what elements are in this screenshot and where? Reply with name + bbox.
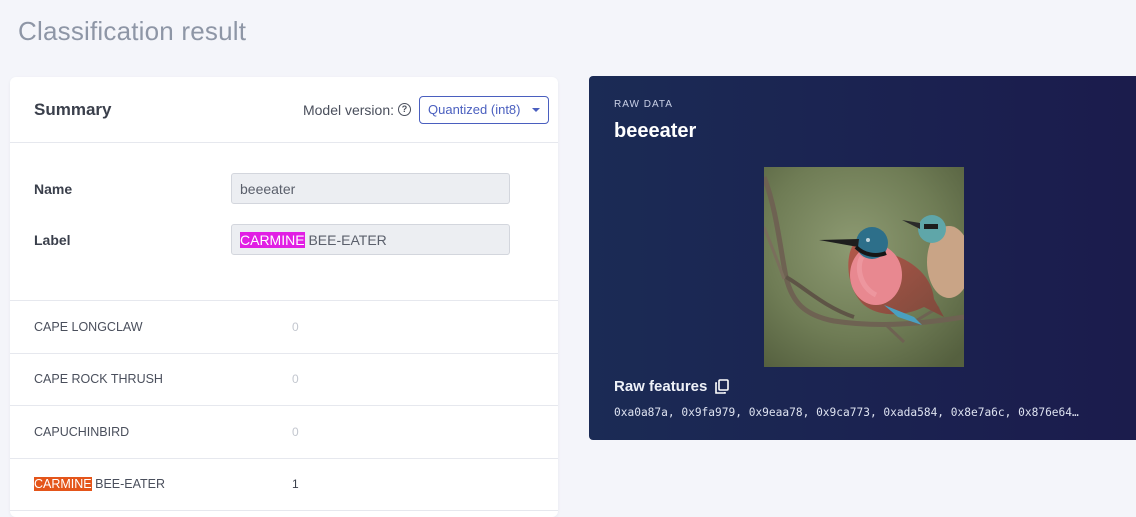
summary-header: Summary Model version: ? Quantized (int8… [10,77,558,143]
model-version-control: Model version: ? Quantized (int8) [302,95,549,124]
page-title: Classification result [18,16,247,46]
raw-data-kicker: RAW DATA [614,99,673,110]
name-value: beeeater [240,180,296,197]
name-label: Name [34,180,73,197]
class-row: CAPE ROCK THRUSH 0 [10,354,558,406]
raw-data-card: RAW DATA beeeater Raw features 0xa0a87a,… [589,76,1136,440]
summary-title: Summary [34,99,112,119]
question-circle-icon[interactable]: ? [398,103,411,116]
model-version-select[interactable]: Quantized (int8) [419,95,549,124]
name-field: beeeater [231,173,510,204]
copy-icon-glyph [715,379,730,394]
raw-features-label: Raw features [614,378,708,395]
class-score: 0 [292,319,299,334]
caret-down-icon [532,107,540,112]
label-field: CARMINE BEE-EATER [231,224,510,255]
label-label: Label [34,231,71,248]
raw-features-values: 0xa0a87a, 0x9fa979, 0x9eaa78, 0x9ca773, … [614,406,1079,419]
class-row: CAPUCHINBIRD 0 [10,406,558,459]
summary-card: Summary Model version: ? Quantized (int8… [10,77,558,517]
class-name: CARMINE BEE-EATER [10,477,292,492]
class-name: CAPUCHINBIRD [34,424,130,439]
bee-eater-photo [764,167,964,367]
copy-icon[interactable] [715,379,730,394]
class-score: 0 [292,424,299,439]
name-row: Name beeeater [10,173,558,204]
label-value-rest: BEE-EATER [304,231,387,248]
model-version-value: Quantized (int8) [428,102,521,117]
class-name: CAPE LONGCLAW [34,319,143,334]
class-score: 0 [292,372,299,387]
class-name-rest: BEE-EATER [91,477,166,492]
class-name-highlight: CARMINE [34,477,92,492]
sample-image [764,167,964,367]
label-value-highlight: CARMINE [240,231,305,248]
class-score: 1 [292,477,299,492]
raw-data-name: beeeater [614,120,697,142]
class-row: CAPE LONGCLAW 0 [10,301,558,354]
raw-features-title: Raw features [614,378,730,395]
class-name: CAPE ROCK THRUSH [34,372,163,387]
summary-form: Name beeeater Label CARMINE BEE-EATER [10,143,558,301]
class-row-selected: CARMINE BEE-EATER 1 [10,459,558,511]
label-row: Label CARMINE BEE-EATER [10,224,558,255]
model-version-label: Model version: [302,101,394,118]
